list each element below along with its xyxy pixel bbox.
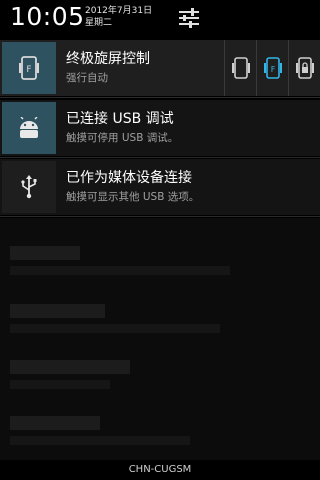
date: 2012年7月31日: [85, 6, 153, 16]
portrait-phone-icon: [231, 57, 250, 79]
blurred-text-block: [10, 436, 190, 445]
android-icon: [20, 117, 38, 138]
blurred-text-block: [10, 324, 220, 333]
rotate-lock-button[interactable]: [288, 40, 320, 96]
notification-subtitle: 触摸可显示其他 USB 选项。: [66, 191, 200, 203]
carrier-label: CHN-CUGSM: [0, 460, 320, 480]
notification-icon-box: [2, 161, 56, 213]
notification-media-device[interactable]: 已作为媒体设备连接 触摸可显示其他 USB 选项。: [0, 159, 320, 215]
clock: 10:05: [10, 2, 85, 31]
force-auto-rotate-icon: F: [263, 57, 282, 79]
notification-title: 已连接 USB 调试: [66, 111, 174, 127]
notification-subtitle: 触摸可停用 USB 调试。: [66, 132, 179, 144]
svg-text:F: F: [26, 65, 31, 75]
force-auto-button[interactable]: F: [256, 40, 288, 96]
dimmed-background: [0, 218, 320, 460]
rotation-lock-icon: F: [19, 56, 39, 80]
divider: [0, 216, 320, 217]
settings-button[interactable]: [174, 4, 204, 32]
blurred-text-block: [10, 360, 130, 374]
svg-text:F: F: [270, 65, 275, 74]
divider: [0, 97, 320, 98]
sliders-icon: [179, 8, 199, 28]
date-block: 2012年7月31日 星期二: [85, 5, 152, 29]
blurred-text-block: [10, 304, 105, 318]
divider: [0, 157, 320, 158]
notification-title: 终极旋屏控制: [66, 51, 150, 67]
usb-icon: [21, 175, 37, 199]
portrait-button[interactable]: [224, 40, 256, 96]
blurred-text-block: [10, 380, 110, 389]
notification-rotation-control[interactable]: F 终极旋屏控制 强行自动 F: [0, 40, 320, 96]
notification-icon-box: F: [2, 42, 56, 94]
status-bar: 10:05 2012年7月31日 星期二: [0, 0, 320, 38]
blurred-text-block: [10, 266, 230, 275]
blurred-text-block: [10, 416, 100, 430]
blurred-text-block: [10, 246, 80, 260]
notification-title: 已作为媒体设备连接: [66, 170, 192, 186]
rotate-lock-icon: [295, 57, 314, 79]
weekday: 星期二: [85, 18, 113, 28]
notification-subtitle: 强行自动: [66, 72, 108, 84]
notification-icon-box: [2, 102, 56, 154]
notification-usb-debugging[interactable]: 已连接 USB 调试 触摸可停用 USB 调试。: [0, 100, 320, 156]
rotation-actions: F: [224, 40, 320, 96]
